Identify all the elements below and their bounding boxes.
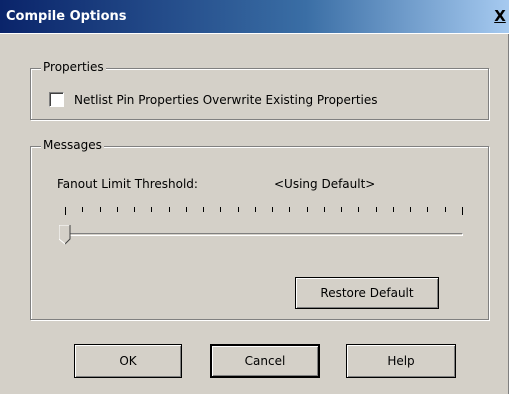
slider-tick bbox=[100, 207, 101, 212]
dialog-title: Compile Options bbox=[6, 9, 127, 24]
slider-thumb[interactable] bbox=[59, 225, 71, 245]
title-bar[interactable]: Compile Options X bbox=[0, 0, 509, 34]
close-icon[interactable]: X bbox=[491, 6, 509, 26]
slider-tick bbox=[169, 207, 170, 212]
restore-default-button[interactable]: Restore Default bbox=[295, 277, 439, 309]
slider-tick bbox=[65, 207, 66, 215]
properties-legend: Properties bbox=[41, 60, 106, 74]
slider-track bbox=[65, 233, 463, 236]
slider-tick bbox=[445, 207, 446, 212]
slider-tick bbox=[358, 207, 359, 212]
cancel-button[interactable]: Cancel bbox=[210, 344, 320, 378]
fanout-limit-value: <Using Default> bbox=[274, 177, 376, 191]
netlist-pin-properties-checkbox[interactable] bbox=[49, 92, 64, 107]
slider-tick bbox=[427, 207, 428, 212]
help-button[interactable]: Help bbox=[346, 344, 456, 378]
fanout-limit-label: Fanout Limit Threshold: bbox=[57, 177, 198, 191]
compile-options-dialog: Compile Options X Properties Netlist Pin… bbox=[0, 0, 509, 394]
netlist-pin-properties-option[interactable]: Netlist Pin Properties Overwrite Existin… bbox=[49, 92, 378, 107]
slider-tick bbox=[134, 207, 135, 212]
slider-tick bbox=[255, 207, 256, 212]
ok-button[interactable]: OK bbox=[74, 344, 182, 378]
slider-tick bbox=[186, 207, 187, 212]
slider-tick bbox=[117, 207, 118, 212]
properties-groupbox: Properties Netlist Pin Properties Overwr… bbox=[30, 60, 489, 120]
netlist-pin-properties-label: Netlist Pin Properties Overwrite Existin… bbox=[74, 92, 378, 107]
slider-tick bbox=[376, 207, 377, 212]
slider-tick bbox=[410, 207, 411, 212]
slider-tick bbox=[82, 207, 83, 212]
slider-tick bbox=[289, 207, 290, 212]
messages-legend: Messages bbox=[41, 138, 104, 152]
slider-ticks bbox=[65, 207, 463, 217]
slider-tick bbox=[238, 207, 239, 212]
slider-tick bbox=[307, 207, 308, 212]
slider-tick bbox=[462, 207, 463, 215]
fanout-limit-slider[interactable] bbox=[59, 207, 463, 251]
slider-tick bbox=[203, 207, 204, 212]
slider-tick bbox=[272, 207, 273, 212]
slider-tick bbox=[151, 207, 152, 212]
slider-tick bbox=[341, 207, 342, 212]
messages-groupbox: Messages Fanout Limit Threshold: <Using … bbox=[30, 138, 489, 320]
slider-tick bbox=[393, 207, 394, 212]
slider-tick bbox=[220, 207, 221, 212]
slider-tick bbox=[324, 207, 325, 212]
